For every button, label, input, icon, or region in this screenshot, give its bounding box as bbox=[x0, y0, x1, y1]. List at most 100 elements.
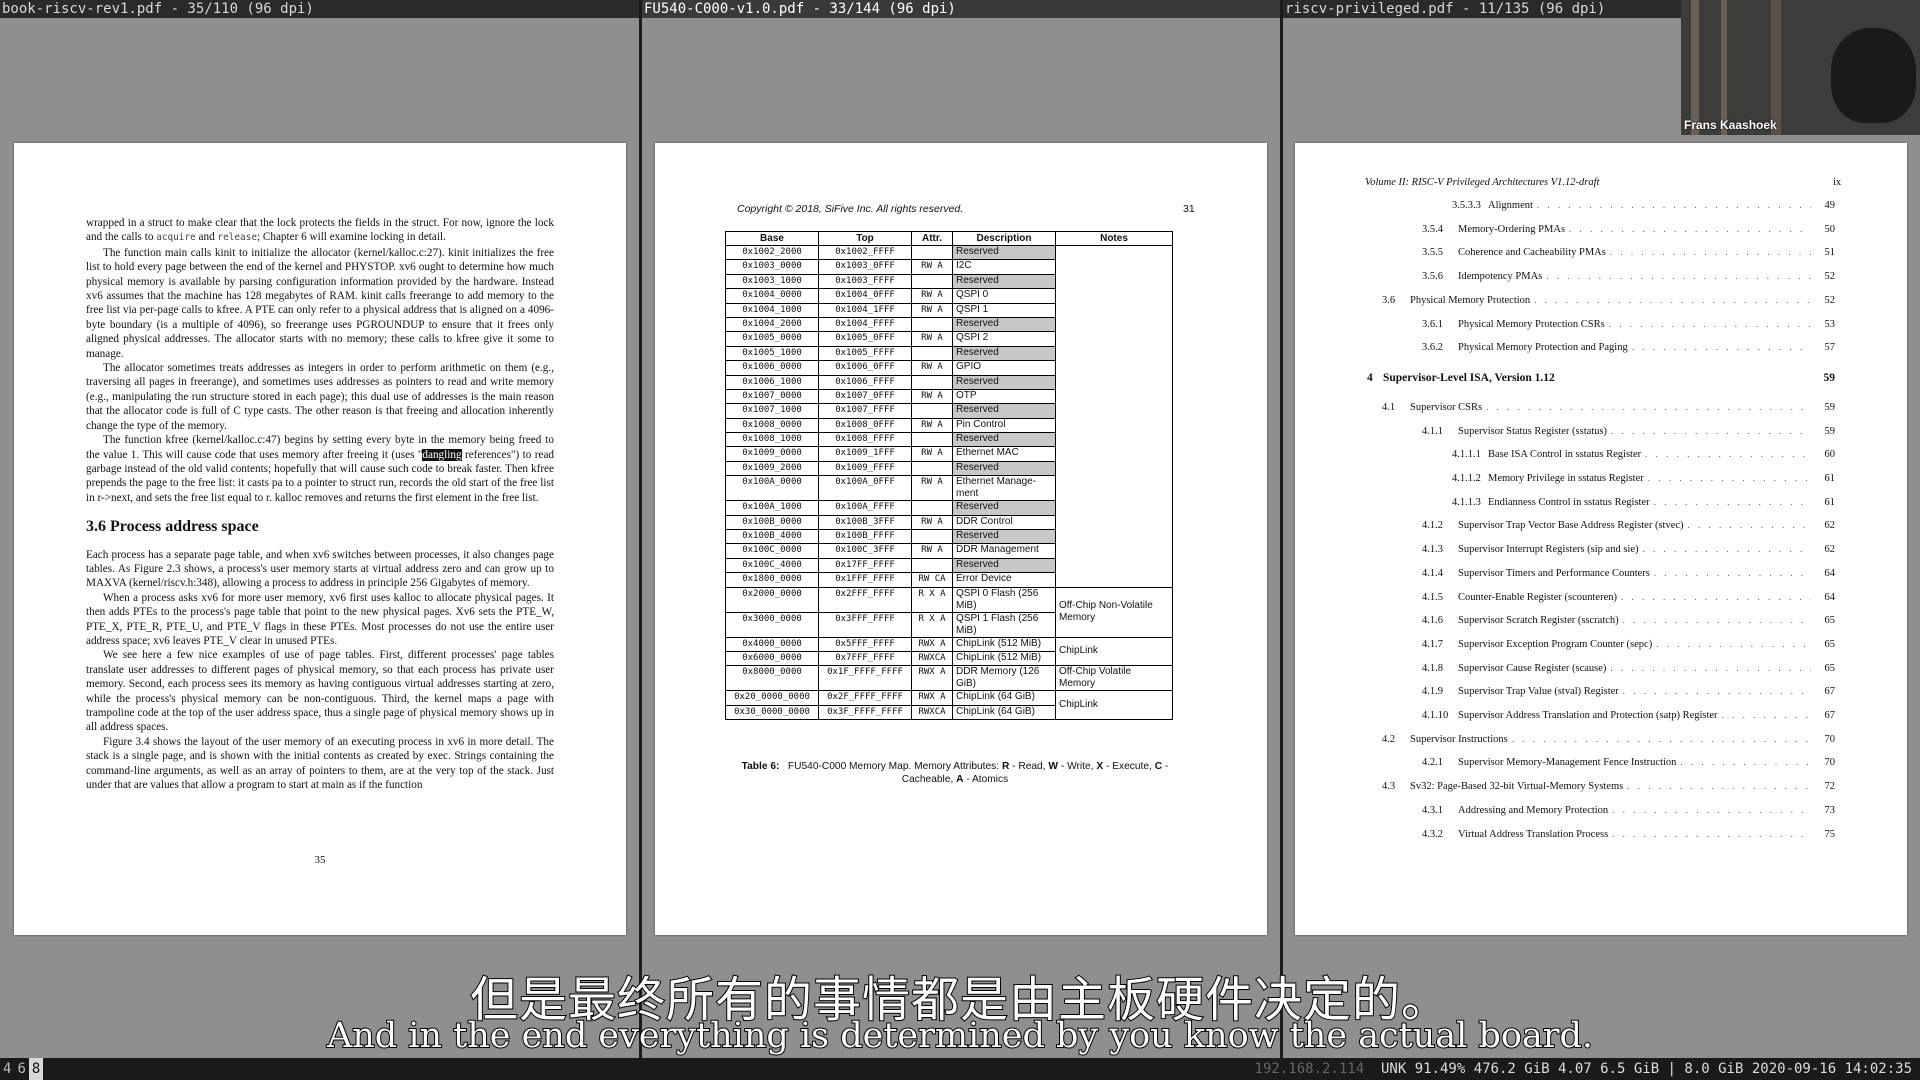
toc-page: 52 bbox=[1824, 271, 1836, 283]
volume-header: Volume II: RISC-V Privileged Architectur… bbox=[1365, 177, 1600, 188]
toc-entry[interactable]: 4 Supervisor-Level ISA, Version 1.12 59 bbox=[1367, 372, 1835, 384]
toc-title: Supervisor Instructions bbox=[1410, 733, 1508, 745]
toc-title: Supervisor Scratch Register (sscratch) bbox=[1458, 615, 1619, 627]
toc-entry[interactable]: 4.1.5 Counter-Enable Register (scounteren… bbox=[1422, 592, 1835, 603]
table-header-row: Base Top Attr. Description Notes bbox=[725, 231, 1173, 246]
toc-entry[interactable]: 4.1.1 Supervisor Status Register (sstatus… bbox=[1422, 426, 1835, 437]
toc-entry[interactable]: 4.1.9 Supervisor Trap Value (stval) Regis… bbox=[1422, 686, 1835, 697]
toc-title: Physical Memory Protection CSRs bbox=[1458, 318, 1605, 330]
toc-entry[interactable]: 4.3.1 Addressing and Memory Protection. .… bbox=[1422, 805, 1835, 816]
table-row: 0x20_0000_0000 0x2F_FFFF_FFFF RWX A ChipLin… bbox=[725, 690, 1173, 721]
toc-leader-dots: . . . . . . . . . . . . . . . . . . . . … bbox=[1653, 567, 1811, 578]
toc-entry[interactable]: 3.5.3.3 Alignment. . . . . . . . . . . . … bbox=[1452, 200, 1835, 211]
toc-entry[interactable]: 3.6.2 Physical Memory Protection and Pagi… bbox=[1422, 342, 1835, 353]
cell-attr bbox=[911, 345, 953, 362]
cell-description: QSPI 1 bbox=[952, 302, 1056, 318]
cell-description: DDR Management bbox=[952, 543, 1056, 559]
toc-entry[interactable]: 4.1.7 Supervisor Exception Program Counte… bbox=[1422, 639, 1835, 650]
cell-base: 0x100C_0000 bbox=[725, 543, 819, 559]
toc-leader-dots: . . . . . . . . . . . . . . . . . . . . … bbox=[1486, 401, 1811, 412]
cell-description: Reserved bbox=[952, 403, 1056, 419]
toc-entry[interactable]: 4.1.1.1 Base ISA Control in sstatus Regis… bbox=[1452, 449, 1835, 460]
system-stats: UNK 91.49% 476.2 GiB 4.07 6.5 GiB | 8.0 … bbox=[1380, 1061, 1912, 1077]
cell-top: 0x1002_FFFF bbox=[818, 244, 912, 261]
toc-entry[interactable]: 4.3.2 Virtual Address Translation Process… bbox=[1422, 829, 1835, 840]
toc-entry[interactable]: 4.1.1.3 Endianness Control in sstatus Reg… bbox=[1452, 497, 1835, 508]
cell-description: Pin Control bbox=[952, 417, 1056, 434]
toc-entry[interactable]: 4.1.4 Supervisor Timers and Performance C… bbox=[1422, 568, 1835, 579]
toc-page: 51 bbox=[1824, 247, 1836, 259]
toc-entry[interactable]: 4.1.10 Supervisor Address Translation and… bbox=[1422, 710, 1835, 721]
pdf-pane-left[interactable]: book-riscv-rev1.pdf - 35/110 (96 dpi) wr… bbox=[0, 0, 640, 1058]
toc-page: 67 bbox=[1824, 710, 1836, 721]
cell-notes: ChipLink bbox=[1055, 636, 1173, 667]
toc-entry[interactable]: 4.3 Sv32: Page-Based 32-bit Virtual-Memor… bbox=[1382, 781, 1835, 792]
cell-description: Reserved bbox=[952, 500, 1056, 516]
toc-page: 53 bbox=[1824, 318, 1836, 330]
cell-description: Reserved bbox=[952, 460, 1056, 477]
cell-attr: RWX A bbox=[911, 690, 953, 706]
cell-top: 0x7FFF_FFFF bbox=[818, 650, 912, 667]
paragraph: wrapped in a struct to make clear that t… bbox=[86, 217, 554, 244]
cell-base: 0x1009_2000 bbox=[725, 460, 819, 477]
toc-entry[interactable]: 4.2.1 Supervisor Memory-Management Fence … bbox=[1422, 757, 1835, 768]
table-caption: Table 6: FU540-C000 Memory Map. Memory A… bbox=[741, 761, 1169, 785]
toc-leader-dots: . . . . . . . . . . . . . . . . . . . . … bbox=[1608, 318, 1811, 329]
toc-leader-dots: . . . . . . . . . . . . . . . . . . . . … bbox=[1536, 200, 1811, 210]
pdf-page-left[interactable]: wrapped in a struct to make clear that t… bbox=[14, 143, 626, 935]
bookshelf-decoration bbox=[1721, 0, 1727, 135]
toc-number: 4.1.7 bbox=[1422, 638, 1443, 650]
toc-entry[interactable]: 3.5.5 Coherence and Cacheability PMAs. . … bbox=[1422, 247, 1835, 258]
toc-leader-dots: . . . . . . . . . . . . . . . . . . . . … bbox=[1627, 781, 1811, 792]
toc-entry[interactable]: 3.5.6 Idempotency PMAs. . . . . . . . . .… bbox=[1422, 271, 1835, 282]
toc-title: Supervisor Status Register (sstatus) bbox=[1458, 425, 1608, 437]
workspace-6[interactable]: 6 bbox=[14, 1058, 28, 1080]
cell-description: ChipLink (512 MiB) bbox=[952, 650, 1056, 667]
toc-number: 4.1.9 bbox=[1422, 686, 1443, 698]
cell-top: 0x1008_0FFF bbox=[818, 417, 912, 434]
toc-entry[interactable]: 4.1 Supervisor CSRs. . . . . . . . . . . … bbox=[1382, 402, 1835, 413]
toc-entry[interactable]: 4.1.1.2 Memory Privilege in sstatus Regis… bbox=[1452, 473, 1835, 484]
toc-entry[interactable]: 4.1.2 Supervisor Trap Vector Base Address… bbox=[1422, 520, 1835, 531]
cell-base: 0x3000_0000 bbox=[725, 611, 819, 638]
cell-attr: RW A bbox=[911, 475, 953, 502]
toc-leader-dots: . . . . . . . . . . . . . . . . . . . . … bbox=[1642, 544, 1811, 555]
cell-top: 0x100B_3FFF bbox=[818, 514, 912, 531]
page-number: 35 bbox=[314, 854, 326, 866]
toc-leader-dots: . . . . . . . . . . . . . . . . . . . . … bbox=[1610, 662, 1811, 673]
toc-entry[interactable]: 4.1.3 Supervisor Interrupt Registers (sip… bbox=[1422, 544, 1835, 555]
toc-entry[interactable]: 4.2 Supervisor Instructions. . . . . . . … bbox=[1382, 734, 1835, 745]
cell-attr bbox=[911, 500, 953, 516]
toc-entry[interactable]: 3.6 Physical Memory Protection. . . . . .… bbox=[1382, 295, 1835, 306]
cell-description: QSPI 2 bbox=[952, 331, 1056, 347]
toc-leader-dots: . . . . . . . . . . . . . . . . . . . . … bbox=[1534, 294, 1811, 305]
toc-number: 4.3 bbox=[1382, 781, 1396, 793]
toc-title: Base ISA Control in sstatus Register bbox=[1488, 449, 1642, 461]
cell-attr: RW CA bbox=[911, 572, 953, 588]
paragraph: When a process asks xv6 for more user me… bbox=[86, 591, 554, 647]
toc-entry[interactable]: 3.6.1 Physical Memory Protection CSRs. . … bbox=[1422, 319, 1835, 330]
cell-description: ChipLink (512 MiB) bbox=[952, 636, 1056, 652]
workspace-4[interactable]: 4 bbox=[0, 1058, 14, 1080]
toc-leader-dots: . . . . . . . . . . . . . . . . . . . . … bbox=[1687, 520, 1811, 531]
toc-page: 64 bbox=[1824, 591, 1836, 603]
toc-number: 4.1.2 bbox=[1422, 520, 1443, 532]
cell-top: 0x1006_0FFF bbox=[818, 360, 912, 376]
toc-number: 4.1.6 bbox=[1422, 615, 1443, 627]
pdf-page-middle[interactable]: Copyright © 2018, SiFive Inc. All rights… bbox=[655, 143, 1267, 935]
toc-number: 3.5.3.3 bbox=[1452, 200, 1481, 211]
copyright-header: Copyright © 2018, SiFive Inc. All rights… bbox=[737, 203, 964, 215]
workspace-8[interactable]: 8 bbox=[28, 1058, 44, 1080]
pdf-page-right[interactable]: Volume II: RISC-V Privileged Architectur… bbox=[1295, 143, 1907, 935]
toc-number: 3.5.5 bbox=[1422, 247, 1443, 259]
toc-entry[interactable]: 4.1.6 Supervisor Scratch Register (sscrat… bbox=[1422, 615, 1835, 626]
cell-top: 0x1004_1FFF bbox=[818, 302, 912, 318]
pdf-pane-middle[interactable]: FU540-C000-v1.0.pdf - 33/144 (96 dpi) Co… bbox=[642, 0, 1280, 1058]
toc-leader-dots: . . . . . . . . . . . . . . . . . . . . … bbox=[1511, 733, 1811, 744]
pdf-pane-right[interactable]: riscv-privileged.pdf - 11/135 (96 dpi) V… bbox=[1283, 0, 1920, 1058]
toc-number: 3.6.2 bbox=[1422, 342, 1443, 354]
toc-entry[interactable]: 3.5.4 Memory-Ordering PMAs. . . . . . . .… bbox=[1422, 224, 1835, 235]
table-row: 0x2000_0000 0x2FFF_FFFF R X A QSPI 0 Flash … bbox=[725, 586, 1173, 638]
toc-leader-dots: . . . . . . . . . . . . . . . . . . . . … bbox=[1656, 638, 1811, 649]
toc-entry[interactable]: 4.1.8 Supervisor Cause Register (scause).… bbox=[1422, 663, 1835, 674]
